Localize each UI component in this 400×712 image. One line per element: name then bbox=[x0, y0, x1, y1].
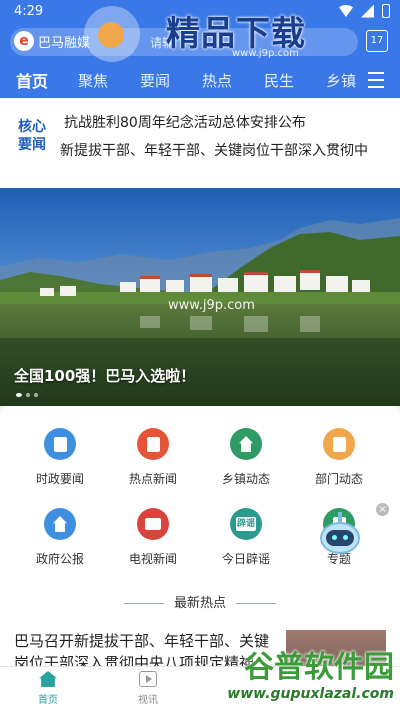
brand: e 巴马融媒 bbox=[14, 31, 90, 51]
key-news-badge: 核心 要闻 bbox=[18, 119, 46, 153]
grid-item-gov-bulletin[interactable]: 政府公报 bbox=[20, 508, 100, 567]
menu-icon[interactable] bbox=[368, 72, 384, 93]
grid-item-tv-news[interactable]: 电视新闻 bbox=[113, 508, 193, 567]
building-icon bbox=[230, 428, 262, 460]
home-icon bbox=[39, 671, 57, 687]
grid-item-hot-news[interactable]: 热点新闻 bbox=[113, 428, 193, 487]
tab-livelihood[interactable]: 民生 bbox=[264, 70, 312, 91]
tab-headlines[interactable]: 要闻 bbox=[140, 70, 188, 91]
close-icon[interactable]: × bbox=[376, 503, 389, 516]
calendar-icon[interactable]: 17 bbox=[366, 30, 388, 52]
brand-name: 巴马融媒 bbox=[38, 35, 91, 51]
wifi-icon bbox=[339, 5, 353, 17]
banner-watermark-url: www.j9p.com bbox=[168, 298, 255, 313]
gov-icon bbox=[44, 508, 76, 540]
tv-icon bbox=[137, 508, 169, 540]
tab-home[interactable]: 首页 bbox=[16, 68, 64, 92]
status-time: 4:29 bbox=[14, 4, 44, 19]
brand-logo-icon: e bbox=[14, 31, 34, 51]
grid-item-rumor[interactable]: 辟谣 今日辟谣 bbox=[206, 508, 286, 567]
nav-home[interactable]: 首页 bbox=[28, 671, 68, 706]
key-news-panel: 核心 要闻 抗战胜利80周年纪念活动总体安排公布 新提拔干部、年轻干部、关键岗位… bbox=[0, 98, 400, 188]
app-header: 4:29 e 巴马融媒 请输 17 首页 聚焦 要闻 热点 民生 乡镇 bbox=[0, 0, 400, 98]
doc-icon bbox=[44, 428, 76, 460]
bottom-nav: 首页 视讯 bbox=[0, 666, 400, 712]
assistant-robot-icon[interactable] bbox=[316, 512, 364, 564]
carousel-indicator bbox=[16, 393, 38, 397]
grid-item-dept-news[interactable]: 部门动态 bbox=[299, 428, 379, 487]
channel-tabs: 首页 聚焦 要闻 热点 民生 乡镇 bbox=[0, 66, 400, 94]
signal-icon bbox=[361, 4, 374, 18]
key-news-item[interactable]: 新提拔干部、年轻干部、关键岗位干部深入贯彻中 bbox=[60, 140, 392, 160]
section-title-latest: 最新热点 bbox=[0, 592, 400, 611]
search-placeholder: 请输 bbox=[150, 36, 175, 50]
tab-towns[interactable]: 乡镇 bbox=[326, 70, 374, 91]
grid-item-town-news[interactable]: 乡镇动态 bbox=[206, 428, 286, 487]
banner-caption: 全国100强！巴马入选啦！ bbox=[14, 367, 196, 385]
battery-icon bbox=[382, 4, 390, 18]
search-bar[interactable]: e 巴马融媒 请输 bbox=[10, 28, 358, 56]
tab-hot[interactable]: 热点 bbox=[202, 70, 250, 91]
banner-carousel[interactable]: www.j9p.com 全国100强！巴马入选啦！ bbox=[0, 188, 400, 406]
grid-item-politics[interactable]: 时政要闻 bbox=[20, 428, 100, 487]
report-icon bbox=[323, 428, 355, 460]
tab-focus[interactable]: 聚焦 bbox=[78, 70, 126, 91]
key-news-item[interactable]: 抗战胜利80周年纪念活动总体安排公布 bbox=[64, 112, 390, 132]
status-bar: 4:29 bbox=[0, 0, 400, 24]
news-icon bbox=[137, 428, 169, 460]
status-icons bbox=[339, 4, 390, 18]
video-icon bbox=[139, 671, 157, 687]
nav-video[interactable]: 视讯 bbox=[128, 671, 168, 706]
rumor-icon: 辟谣 bbox=[230, 508, 262, 540]
